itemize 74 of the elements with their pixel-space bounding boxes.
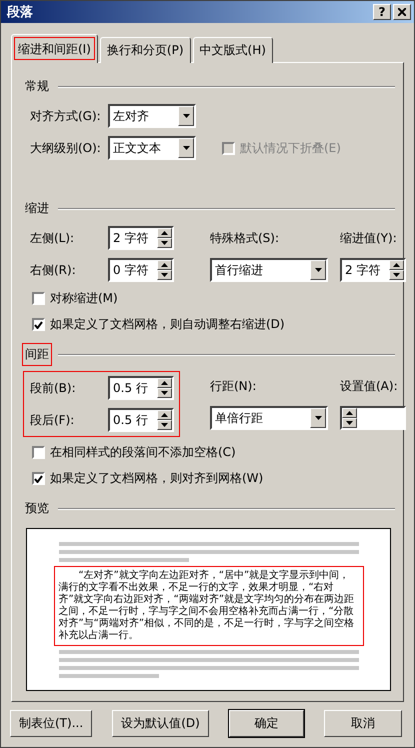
up-arrow-icon — [161, 381, 168, 386]
field-label: 段后(F): — [30, 412, 76, 429]
dialog-button[interactable]: 制表位(T)... — [10, 710, 92, 737]
up-arrow-icon — [161, 231, 168, 236]
help-button[interactable]: ? — [373, 4, 391, 20]
spin-down-button[interactable] — [157, 420, 172, 430]
dropdown[interactable]: 左对齐 — [108, 104, 196, 128]
up-arrow-icon — [161, 413, 168, 418]
field-label: 缩进值(Y): — [340, 230, 398, 247]
dropdown-button[interactable] — [178, 106, 194, 126]
checkbox[interactable]: 在相同样式的段落间不添加空格(C) — [32, 444, 395, 462]
spin-field[interactable]: 0 字符 — [108, 258, 174, 282]
dropdown-button[interactable] — [310, 408, 326, 428]
up-arrow-icon — [393, 263, 400, 268]
dialog-button[interactable]: 确定 — [228, 710, 304, 737]
down-arrow-icon — [161, 273, 168, 278]
spin-down-button[interactable] — [157, 238, 172, 248]
down-arrow-icon — [161, 391, 168, 396]
field-label: 段前(B): — [30, 380, 77, 397]
tab[interactable]: 换行和分页(P) — [100, 37, 191, 63]
spin-up-button[interactable] — [157, 260, 172, 270]
dropdown[interactable]: 单倍行距 — [210, 406, 328, 430]
spin-up-button[interactable] — [157, 410, 172, 420]
down-arrow-icon — [393, 273, 400, 278]
spin-up-button[interactable] — [389, 260, 404, 270]
spin-up-button[interactable] — [157, 228, 172, 238]
field-label: 右侧(R): — [30, 262, 77, 279]
dropdown-button[interactable] — [178, 138, 194, 158]
dropdown[interactable]: 正文文本 — [108, 136, 196, 160]
spin-field[interactable]: 0.5 行 — [108, 376, 174, 400]
spin-down-button[interactable] — [157, 388, 172, 398]
checkbox[interactable]: 对称缩进(M) — [32, 290, 395, 308]
tab[interactable]: 缩进和间距(I) — [11, 34, 98, 63]
dropdown[interactable]: 首行缩进 — [210, 258, 328, 282]
spin-up-button[interactable] — [157, 378, 172, 388]
field-label: 设置值(A): — [340, 378, 398, 393]
field-label: 特殊格式(S): — [210, 230, 280, 247]
spin-field[interactable]: 2 字符 — [340, 258, 406, 282]
up-arrow-icon — [161, 263, 168, 268]
dialog-button[interactable]: 取消 — [324, 710, 402, 737]
down-arrow-icon — [314, 416, 322, 420]
field-label: 大纲级别(O): — [30, 140, 102, 156]
spin-field[interactable] — [340, 406, 406, 430]
spin-field[interactable]: 2 字符 — [108, 226, 174, 250]
check-icon — [34, 320, 43, 329]
spin-up-button[interactable] — [342, 408, 357, 418]
close-button[interactable] — [393, 4, 411, 20]
down-arrow-icon — [182, 114, 190, 118]
check-icon — [34, 474, 43, 483]
spin-down-button[interactable] — [157, 270, 172, 280]
down-arrow-icon — [314, 268, 322, 272]
down-arrow-icon — [346, 421, 353, 426]
section-title: 间距 — [22, 343, 52, 366]
down-arrow-icon — [182, 146, 190, 150]
field-label: 对齐方式(G): — [30, 108, 102, 124]
up-arrow-icon — [346, 411, 353, 416]
preview-text: “左对齐”就文字向左边距对齐，“居中”就是文字显示到中间，满行的文字看不出效果，不足一行的文字，效果才明显，“右对齐”就文字向右边距对齐，“两端对齐”就是文字均匀的分布在两边距之间，不足一行时，字与字之间不会用空格补充而占满一行，“分散对齐”与“两端对齐”相似，不同的是，不足一行时，字与字之间空格补充以占满一行。 — [54, 566, 364, 646]
spin-field[interactable]: 0.5 行 — [108, 408, 174, 432]
tab[interactable]: 中文版式(H) — [192, 37, 273, 63]
section-title: 预览 — [24, 500, 50, 518]
dialog-button[interactable]: 设为默认值(D) — [112, 710, 209, 737]
down-arrow-icon — [161, 241, 168, 246]
section-title: 常规 — [24, 78, 50, 95]
checkbox[interactable]: 如果定义了文档网格，则对齐到网格(W) — [32, 470, 395, 488]
spin-down-button[interactable] — [389, 270, 404, 280]
section-title: 缩进 — [24, 200, 50, 218]
dropdown-button[interactable] — [310, 260, 326, 280]
field-label: 左侧(L): — [30, 230, 76, 247]
spin-down-button[interactable] — [342, 418, 357, 428]
close-icon — [398, 8, 406, 16]
down-arrow-icon — [161, 423, 168, 428]
field-label: 行距(N): — [210, 378, 256, 393]
checkbox[interactable]: 如果定义了文档网格，则自动调整右缩进(D) — [32, 316, 395, 334]
window-title: 段落 — [7, 4, 34, 21]
